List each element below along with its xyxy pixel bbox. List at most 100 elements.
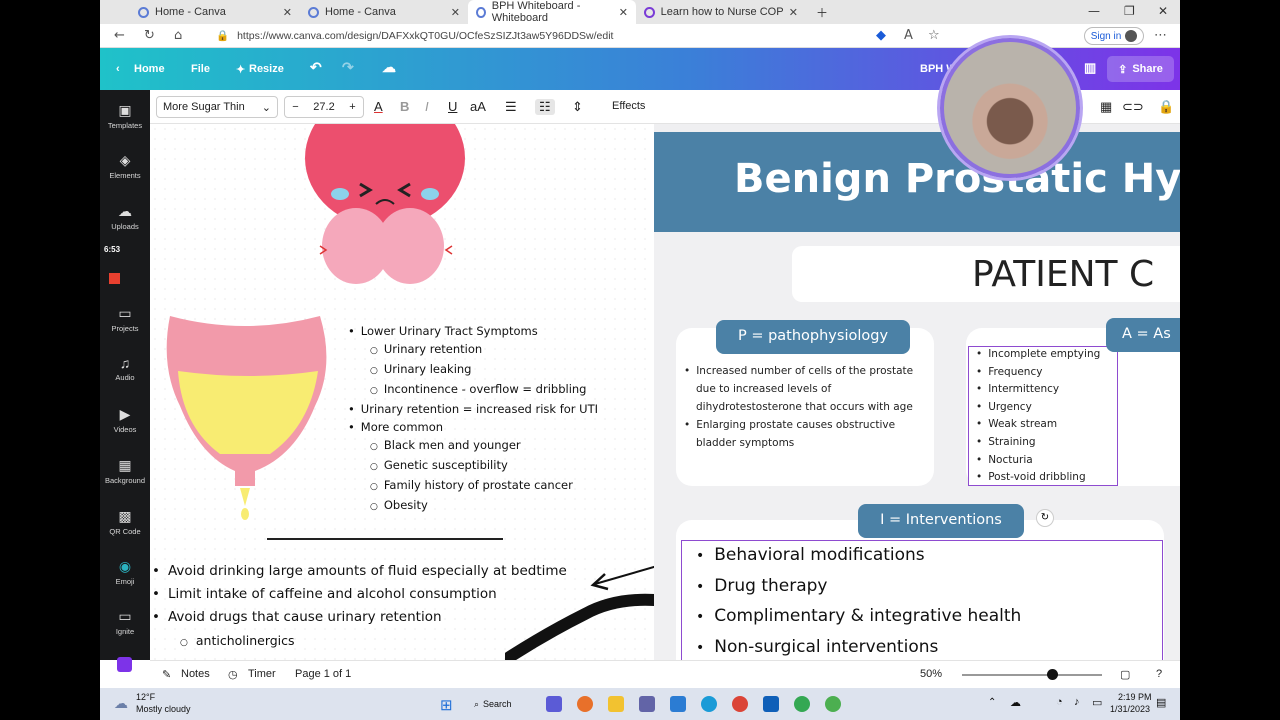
sidebar-item-qr-code[interactable]: ▩ QR Code — [100, 508, 150, 536]
tab-1[interactable]: Home - Canva ✕ — [130, 0, 300, 24]
clock-date[interactable]: 1/31/2023 — [1110, 704, 1150, 714]
search-button[interactable]: ⌕ Search — [474, 694, 530, 714]
resize-button[interactable]: Resize — [249, 63, 284, 75]
cloud-save-icon[interactable]: ☁ — [382, 59, 396, 76]
link-icon[interactable]: ⊂⊃ — [1122, 99, 1144, 115]
teams-icon[interactable] — [546, 696, 562, 712]
close-window-icon[interactable]: ✕ — [1158, 4, 1168, 18]
sign-in-button[interactable]: Sign in — [1084, 27, 1144, 45]
file-explorer-icon[interactable] — [608, 696, 624, 712]
font-size-value[interactable]: 27.2 — [313, 101, 334, 113]
italic-icon[interactable]: I — [425, 99, 429, 114]
file-menu[interactable]: File — [191, 63, 210, 75]
font-selector[interactable]: More Sugar Thin ⌄ — [156, 96, 278, 118]
chrome-profile-icon[interactable] — [794, 696, 810, 712]
sidebar-item-elements[interactable]: ◈ Elements — [100, 152, 150, 180]
maximize-icon[interactable]: ❐ — [1124, 4, 1135, 18]
calendar-icon[interactable] — [670, 696, 686, 712]
timer-button[interactable]: Timer — [248, 668, 276, 680]
refresh-icon[interactable]: ↻ — [144, 28, 155, 43]
notification-icon[interactable]: ▤ — [1156, 696, 1166, 709]
bold-icon[interactable]: B — [400, 99, 409, 114]
sidebar-item-projects[interactable]: ▭ Projects — [100, 305, 150, 333]
design-canvas[interactable]: Lower Urinary Tract Symptoms Urinary ret… — [150, 124, 1180, 660]
effects-button[interactable]: Effects — [612, 100, 645, 112]
wifi-icon[interactable]: ◔ — [1056, 696, 1063, 708]
firefox-icon[interactable] — [577, 696, 593, 712]
record-stop-button[interactable] — [109, 273, 120, 284]
pai-slide[interactable]: Benign Prostatic Hyperpl PATIENT C P = p… — [654, 132, 1180, 660]
spacing-icon[interactable]: ⇕ — [572, 99, 583, 115]
font-size-stepper[interactable]: − 27.2 + — [284, 96, 364, 118]
url-field[interactable]: 🔒 https://www.canva.com/design/DAFXxkQT0G… — [208, 25, 858, 46]
back-icon[interactable]: ← — [114, 28, 125, 43]
new-tab-icon[interactable]: ＋ — [816, 4, 828, 21]
rotate-icon[interactable]: ↻ — [1036, 509, 1054, 527]
underline-icon[interactable]: U — [448, 99, 457, 114]
chrome-icon[interactable] — [732, 696, 748, 712]
close-icon[interactable]: ✕ — [789, 6, 798, 19]
slide-title-banner: Benign Prostatic Hyperpl — [654, 132, 1180, 232]
zoom-slider[interactable] — [962, 674, 1102, 676]
chrome-app-icon[interactable] — [825, 696, 841, 712]
more-icon[interactable]: ⋯ — [1154, 28, 1167, 43]
lock-icon[interactable]: 🔒 — [1158, 99, 1174, 115]
outlook-icon[interactable] — [763, 696, 779, 712]
read-aloud-icon[interactable]: A — [904, 28, 913, 43]
sidebar-item-ignite[interactable]: ▭ Ignite — [100, 608, 150, 636]
sidebar-item-audio[interactable]: ♫ Audio — [100, 355, 150, 382]
close-icon[interactable]: ✕ — [619, 6, 628, 19]
bullet-list-icon[interactable]: ☷ — [535, 99, 555, 115]
transparency-icon[interactable]: ▦ — [1100, 99, 1112, 115]
edge-icon[interactable] — [701, 696, 717, 712]
decrease-size-button[interactable]: − — [292, 101, 298, 113]
start-icon[interactable]: ⊞ — [440, 696, 453, 714]
notes-icon[interactable]: ✎ — [162, 668, 171, 681]
analytics-icon[interactable]: ▥ — [1084, 60, 1096, 76]
tab-2[interactable]: Home - Canva ✕ — [300, 0, 468, 24]
letter-case-icon[interactable]: aA — [470, 99, 486, 114]
sidebar-item-background[interactable]: ▦ Background — [100, 457, 150, 485]
zoom-value[interactable]: 50% — [920, 668, 942, 680]
close-icon[interactable]: ✕ — [451, 6, 460, 19]
redo-icon[interactable]: ↷ — [342, 59, 354, 76]
zoom-slider-handle[interactable] — [1047, 669, 1058, 680]
minimize-icon[interactable]: — — [1088, 4, 1100, 18]
align-left-icon[interactable]: ☰ — [505, 99, 517, 115]
help-icon[interactable]: ? — [1156, 668, 1162, 680]
extension-icon[interactable]: ◆ — [876, 28, 886, 43]
sidebar-item-templates[interactable]: ▣ Templates — [100, 102, 150, 130]
sidebar-label: Audio — [115, 373, 135, 382]
page-indicator[interactable]: Page 1 of 1 — [295, 668, 351, 680]
notes-button[interactable]: Notes — [181, 668, 210, 680]
increase-size-button[interactable]: + — [349, 101, 355, 113]
avatar — [1125, 30, 1138, 42]
clock-time[interactable]: 2:19 PM — [1118, 692, 1152, 702]
share-button[interactable]: ⇪ Share — [1107, 56, 1174, 82]
list-item: Obesity — [348, 496, 598, 516]
windows-taskbar: ☁ 12°F Mostly cloudy ⊞ ⌕ Search ⌃ ☁ ◔ ♪ ▭… — [100, 688, 1180, 720]
battery-icon[interactable]: ▭ — [1092, 696, 1102, 709]
interventions-list[interactable]: Behavioral modifications Drug therapy Co… — [681, 540, 1163, 660]
list-item: Increased number of cells of the prostat… — [684, 362, 934, 416]
favorite-icon[interactable]: ☆ — [928, 28, 940, 43]
volume-icon[interactable]: ♪ — [1074, 696, 1080, 708]
timer-icon[interactable]: ◷ — [228, 668, 238, 681]
sidebar-item-uploads[interactable]: ☁ Uploads — [100, 203, 150, 231]
cloud-icon[interactable]: ☁ — [1010, 696, 1021, 709]
home-button[interactable]: Home — [134, 63, 165, 75]
tab-3[interactable]: BPH Whiteboard - Whiteboard ✕ — [468, 0, 636, 24]
home-icon[interactable]: ⌂ — [174, 28, 182, 43]
tab-4[interactable]: Learn how to Nurse COPD White ✕ — [636, 0, 806, 24]
sidebar-item-videos[interactable]: ▶ Videos — [100, 406, 150, 434]
text-color-icon[interactable]: A — [374, 99, 383, 114]
list-item: Incomplete emptying — [976, 346, 1100, 364]
back-chevron-icon[interactable]: ‹ — [116, 63, 120, 75]
app-icon[interactable] — [117, 657, 132, 672]
teams-chat-icon[interactable] — [639, 696, 655, 712]
tray-chevron-icon[interactable]: ⌃ — [988, 697, 996, 708]
pages-icon[interactable]: ▢ — [1120, 668, 1130, 681]
sidebar-item-emoji[interactable]: ◉ Emoji — [100, 558, 150, 586]
close-icon[interactable]: ✕ — [283, 6, 292, 19]
undo-icon[interactable]: ↶ — [310, 59, 322, 76]
